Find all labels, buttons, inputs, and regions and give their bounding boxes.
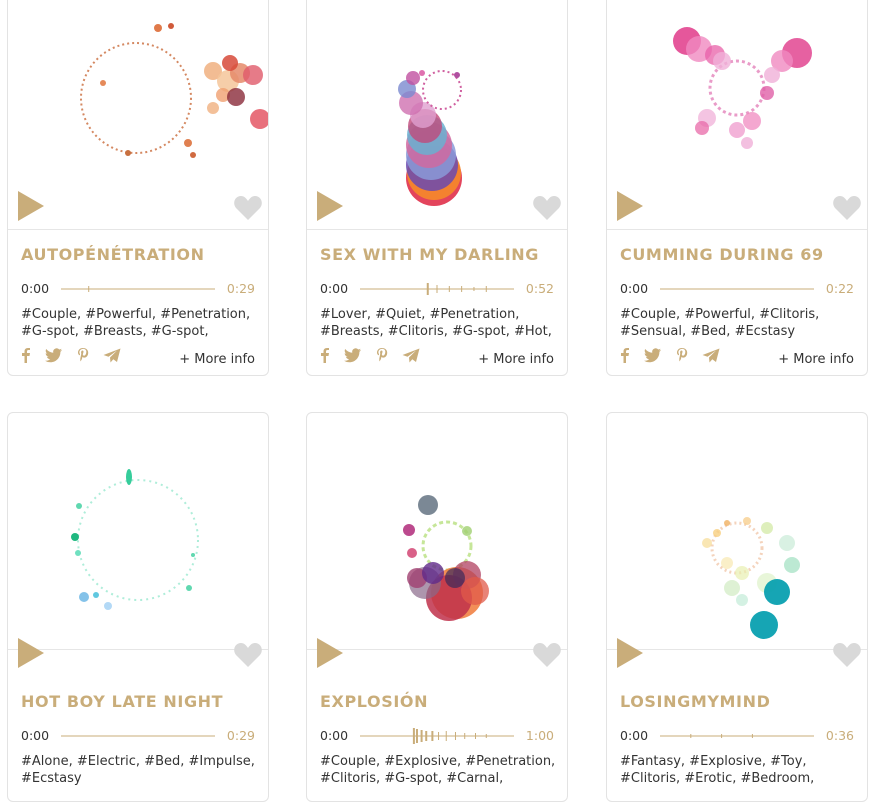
waveform-seek-bar[interactable] [61,280,215,298]
sound-visualization [398,70,462,206]
heart-icon[interactable] [833,642,861,668]
sound-visualization [71,469,199,610]
sound-card: EXPLOSIÓN 0:00 1:00 #Couple, #Explosive,… [306,412,568,802]
duration: 0:22 [825,281,854,296]
play-button[interactable] [18,638,44,668]
share-bar [620,347,729,365]
share-bar [320,347,429,365]
tags-line[interactable]: #Breasts, #Clitoris, #G-spot, #Hot, [320,323,555,340]
sound-card: SEX WITH MY DARLING 0:00 0:52 #Lover, #Q… [306,0,568,376]
sound-visualization [80,23,268,158]
sound-artwork[interactable] [307,0,567,230]
play-button[interactable] [18,191,44,221]
telegram-icon[interactable] [702,348,720,367]
sound-visualization [702,517,800,639]
duration: 0:52 [525,281,554,296]
facebook-icon[interactable] [320,348,330,367]
audio-player: 0:00 0:29 [21,727,255,745]
pinterest-icon[interactable] [676,348,688,367]
pinterest-icon[interactable] [77,348,89,367]
tag-list: #Couple, #Explosive, #Penetration, #Clit… [320,753,555,787]
tags-line[interactable]: #Clitoris, #G-spot, #Carnal, [320,770,555,787]
sound-card: AUTOPÉNÉTRATION 0:00 0:29 #Couple, #Powe… [7,0,269,376]
sound-artwork[interactable] [607,413,867,650]
sound-artwork[interactable] [8,0,268,230]
heart-icon[interactable] [533,642,561,668]
sound-title[interactable]: SEX WITH MY DARLING [320,245,539,264]
sound-title[interactable]: AUTOPÉNÉTRATION [21,245,205,264]
waveform-seek-bar[interactable] [61,727,215,745]
play-button[interactable] [317,638,343,668]
tag-list: #Lover, #Quiet, #Penetration, #Breasts, … [320,306,555,340]
sound-title[interactable]: CUMMING DURING 69 [620,245,824,264]
play-button[interactable] [317,191,343,221]
play-button[interactable] [617,638,643,668]
tags-line[interactable]: #Couple, #Powerful, #Penetration, [21,306,256,323]
pinterest-icon[interactable] [376,348,388,367]
sound-card: CUMMING DURING 69 0:00 0:22 #Couple, #Po… [606,0,868,376]
duration: 0:29 [226,281,255,296]
waveform-seek-bar[interactable] [360,280,514,298]
tags-line[interactable]: #G-spot, #Breasts, #G-spot, [21,323,256,340]
tags-line[interactable]: #Fantasy, #Explosive, #Toy, [620,753,855,770]
sound-visualization [673,27,812,149]
heart-icon[interactable] [234,642,262,668]
waveform-seek-bar[interactable] [360,727,514,745]
tags-line[interactable]: #Couple, #Explosive, #Penetration, [320,753,555,770]
sound-visualization [403,495,489,621]
twitter-icon[interactable] [644,348,662,367]
tags-line[interactable]: #Sensual, #Bed, #Ecstasy [620,323,855,340]
current-time: 0:00 [21,281,50,296]
audio-player: 0:00 0:52 [320,280,554,298]
duration: 0:29 [226,728,255,743]
more-info-link[interactable]: + More info [778,352,854,367]
waveform-seek-bar[interactable] [660,727,814,745]
audio-player: 0:00 0:29 [21,280,255,298]
telegram-icon[interactable] [103,348,121,367]
tags-line[interactable]: #Clitoris, #Erotic, #Bedroom, [620,770,855,787]
current-time: 0:00 [21,728,50,743]
sound-card: HOT BOY LATE NIGHT 0:00 0:29 #Alone, #El… [7,412,269,802]
tags-line[interactable]: #Alone, #Electric, #Bed, #Impulse, [21,753,256,770]
tag-list: #Couple, #Powerful, #Clitoris, #Sensual,… [620,306,855,340]
tag-list: #Fantasy, #Explosive, #Toy, #Clitoris, #… [620,753,855,787]
more-info-link[interactable]: + More info [179,352,255,367]
current-time: 0:00 [320,728,349,743]
tags-line[interactable]: #Couple, #Powerful, #Clitoris, [620,306,855,323]
tag-list: #Couple, #Powerful, #Penetration, #G-spo… [21,306,256,340]
facebook-icon[interactable] [620,348,630,367]
tags-line[interactable]: #Lover, #Quiet, #Penetration, [320,306,555,323]
play-button[interactable] [617,191,643,221]
heart-icon[interactable] [533,195,561,221]
more-info-link[interactable]: + More info [478,352,554,367]
current-time: 0:00 [320,281,349,296]
sound-card: LOSINGMYMIND 0:00 0:36 #Fantasy, #Explos… [606,412,868,802]
sound-artwork[interactable] [8,413,268,650]
sound-artwork[interactable] [307,413,567,650]
tag-list: #Alone, #Electric, #Bed, #Impulse, #Ecst… [21,753,256,787]
twitter-icon[interactable] [344,348,362,367]
facebook-icon[interactable] [21,348,31,367]
audio-player: 0:00 0:22 [620,280,854,298]
audio-player: 0:00 1:00 [320,727,554,745]
duration: 1:00 [525,728,554,743]
tags-line[interactable]: #Ecstasy [21,770,256,787]
heart-icon[interactable] [234,195,262,221]
current-time: 0:00 [620,281,649,296]
telegram-icon[interactable] [402,348,420,367]
sound-title[interactable]: LOSINGMYMIND [620,692,770,711]
share-bar [21,347,130,365]
sound-title[interactable]: HOT BOY LATE NIGHT [21,692,223,711]
audio-player: 0:00 0:36 [620,727,854,745]
duration: 0:36 [825,728,854,743]
waveform-seek-bar[interactable] [660,280,814,298]
heart-icon[interactable] [833,195,861,221]
current-time: 0:00 [620,728,649,743]
twitter-icon[interactable] [45,348,63,367]
sound-artwork[interactable] [607,0,867,230]
sound-title[interactable]: EXPLOSIÓN [320,692,428,711]
